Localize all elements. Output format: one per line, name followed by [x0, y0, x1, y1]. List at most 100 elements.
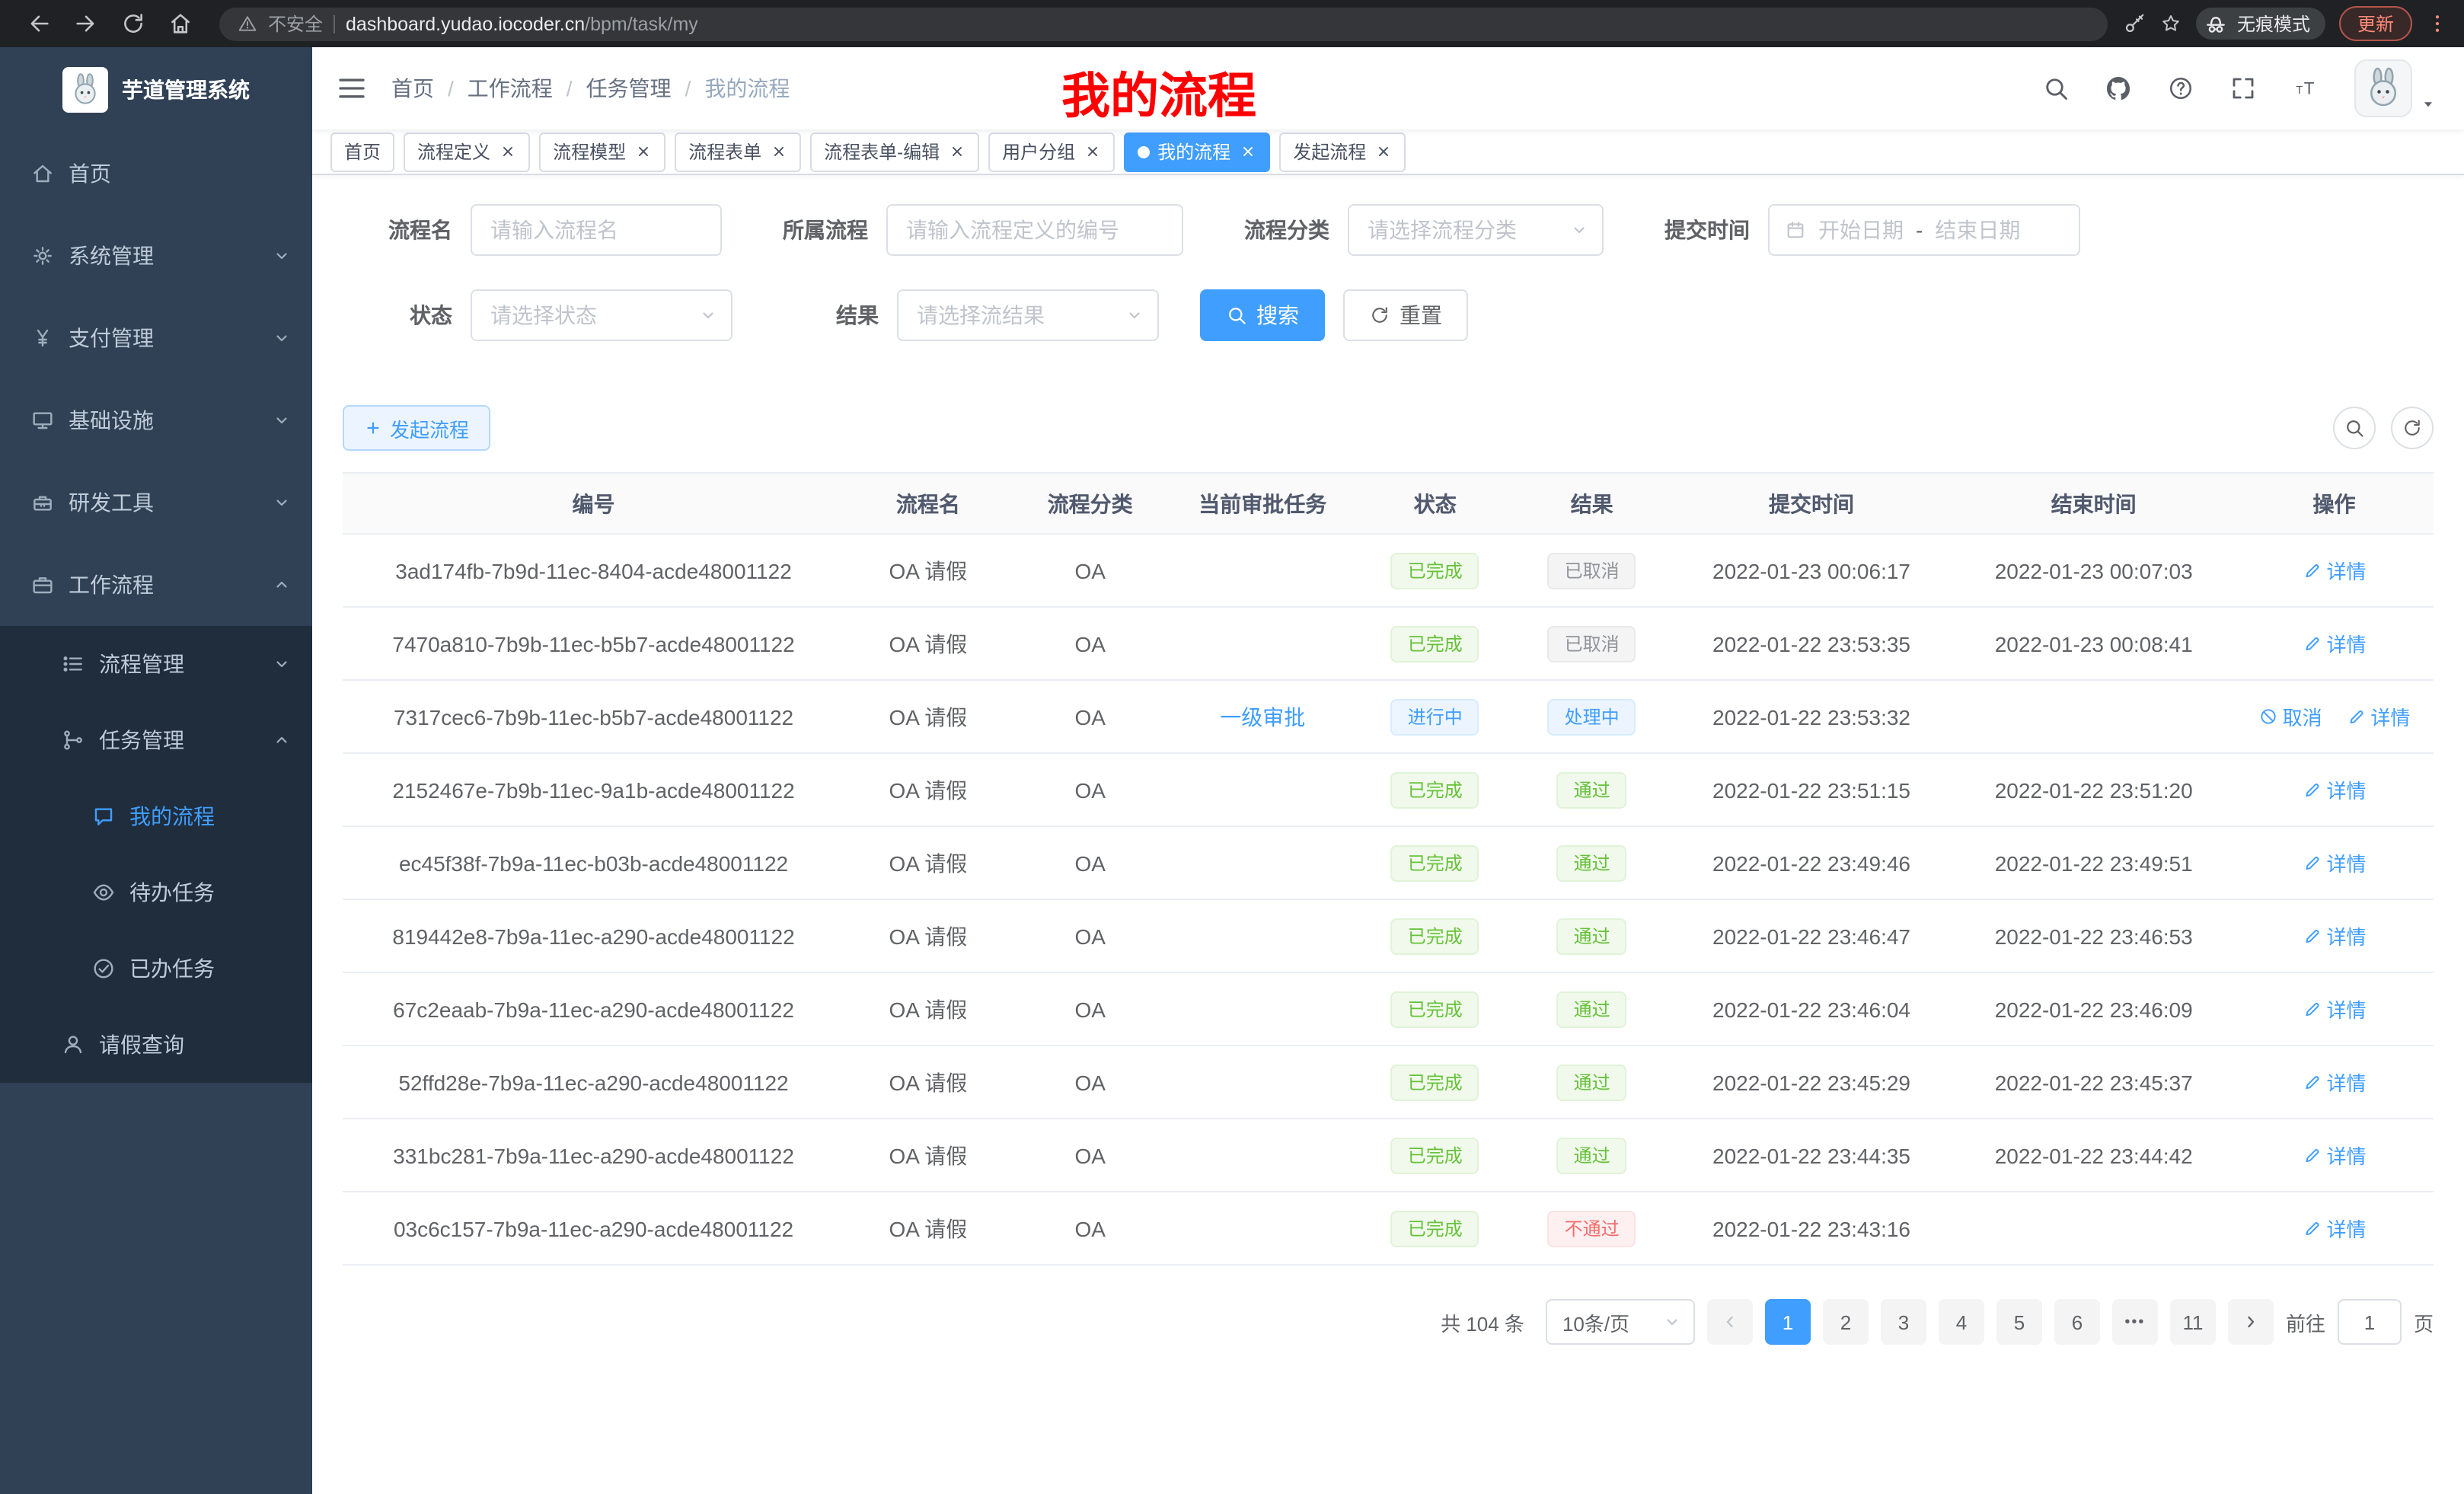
fullscreen-icon[interactable] — [2229, 75, 2257, 102]
page-button[interactable]: 6 — [2054, 1299, 2100, 1345]
tab[interactable]: 我的流程 — [1124, 132, 1270, 171]
breadcrumb-task-mgmt[interactable]: 任务管理 — [586, 73, 672, 104]
github-icon[interactable] — [2105, 75, 2132, 102]
process-name-input[interactable] — [471, 204, 722, 256]
page-button[interactable]: 5 — [1996, 1299, 2042, 1345]
tab[interactable]: 流程定义 — [404, 132, 530, 171]
breadcrumb-workflow[interactable]: 工作流程 — [468, 73, 553, 104]
browser-menu-icon[interactable] — [2426, 12, 2449, 35]
tab[interactable]: 用户分组 — [988, 132, 1115, 171]
column-header-result: 结果 — [1514, 473, 1671, 534]
edit-icon — [2346, 707, 2366, 726]
page-button[interactable]: 3 — [1881, 1299, 1926, 1345]
sidebar-item-system[interactable]: 系统管理 — [0, 215, 312, 297]
cell-submit-time: 2022-01-22 23:46:04 — [1671, 972, 1953, 1045]
sidebar-item-my-process[interactable]: 我的流程 — [0, 778, 312, 854]
sidebar-item-payment[interactable]: 支付管理 — [0, 297, 312, 379]
cell-id: ec45f38f-7b9a-11ec-b03b-acde48001122 — [343, 826, 844, 899]
breadcrumb-home[interactable]: 首页 — [391, 73, 434, 104]
create-process-button[interactable]: 发起流程 — [343, 405, 490, 451]
bookmark-star-icon[interactable] — [2159, 12, 2182, 35]
detail-link[interactable]: 详情 — [2303, 556, 2367, 585]
tab[interactable]: 流程表单 — [675, 132, 801, 171]
url-text: dashboard.yudao.iocoder.cn/bpm/task/my — [346, 13, 698, 34]
tab-close-icon[interactable] — [500, 143, 516, 160]
sidebar-item-devtools[interactable]: 研发工具 — [0, 461, 312, 544]
detail-link[interactable]: 详情 — [2346, 702, 2410, 731]
result-select[interactable]: 请选择流结果 — [897, 289, 1159, 341]
tab-close-icon[interactable] — [1240, 143, 1256, 160]
app-logo[interactable]: 芋道管理系统 — [0, 47, 312, 132]
tab-close-icon[interactable] — [635, 143, 652, 160]
tab-close-icon[interactable] — [949, 143, 965, 160]
submit-time-range-picker[interactable]: 开始日期 - 结束日期 — [1768, 204, 2080, 256]
sidebar-item-workflow[interactable]: 工作流程 — [0, 544, 312, 626]
reset-button[interactable]: 重置 — [1343, 289, 1468, 341]
caret-down-icon[interactable] — [2420, 96, 2437, 113]
sidebar-item-leave-query[interactable]: 请假查询 — [0, 1007, 312, 1083]
browser-update-button[interactable]: 更新 — [2339, 6, 2412, 41]
tab-close-icon[interactable] — [1084, 143, 1101, 160]
sidebar-item-done-task[interactable]: 已办任务 — [0, 931, 312, 1007]
category-select[interactable]: 请选择流程分类 — [1348, 204, 1604, 256]
tab[interactable]: 首页 — [330, 132, 394, 171]
toggle-search-button[interactable] — [2333, 407, 2376, 449]
detail-link[interactable]: 详情 — [2303, 848, 2367, 877]
goto-page-input[interactable] — [2338, 1299, 2402, 1345]
cancel-icon — [2258, 707, 2278, 726]
user-menu[interactable] — [2354, 59, 2437, 117]
page-button[interactable]: 2 — [1823, 1299, 1869, 1345]
tab-close-icon[interactable] — [1375, 143, 1392, 160]
next-page-button[interactable] — [2228, 1299, 2274, 1345]
detail-link[interactable]: 详情 — [2303, 629, 2367, 658]
prev-page-button[interactable] — [1707, 1299, 1753, 1345]
browser-back-icon[interactable] — [26, 11, 52, 37]
page-size-select[interactable]: 10条/页 — [1546, 1299, 1695, 1345]
sidebar-item-todo-task[interactable]: 待办任务 — [0, 854, 312, 931]
menu-fold-icon[interactable] — [337, 73, 367, 104]
security-warning-icon[interactable] — [238, 14, 257, 34]
url-bar[interactable]: 不安全 dashboard.yudao.iocoder.cn/bpm/task/… — [219, 7, 2108, 40]
cell-submit-time: 2022-01-22 23:45:29 — [1671, 1045, 1953, 1119]
cancel-link[interactable]: 取消 — [2258, 702, 2322, 731]
current-task-link[interactable]: 一级审批 — [1220, 704, 1305, 729]
detail-link[interactable]: 详情 — [2303, 921, 2367, 950]
detail-link[interactable]: 详情 — [2303, 1214, 2367, 1243]
browser-home-icon[interactable] — [168, 11, 193, 37]
app-logo-image — [62, 67, 108, 113]
security-label: 不安全 — [268, 11, 323, 37]
detail-link[interactable]: 详情 — [2303, 1141, 2367, 1170]
column-header-status: 状态 — [1357, 473, 1514, 534]
detail-link[interactable]: 详情 — [2303, 1068, 2367, 1097]
page-button[interactable]: ••• — [2112, 1299, 2158, 1345]
refresh-table-button[interactable] — [2391, 407, 2434, 449]
page-button[interactable]: 1 — [1765, 1299, 1811, 1345]
sidebar-item-task-mgmt[interactable]: 任务管理 — [0, 702, 312, 778]
cell-end-time — [1952, 1192, 2235, 1265]
calendar-icon — [1785, 219, 1806, 241]
detail-link[interactable]: 详情 — [2303, 775, 2367, 804]
detail-link[interactable]: 详情 — [2303, 994, 2367, 1023]
tab-close-icon[interactable] — [771, 143, 787, 160]
status-tag: 已完成 — [1391, 1137, 1479, 1173]
sidebar-item-process-mgmt[interactable]: 流程管理 — [0, 626, 312, 702]
status-select[interactable]: 请选择状态 — [471, 289, 732, 341]
tab[interactable]: 发起流程 — [1279, 132, 1406, 171]
table-row: 7317cec6-7b9b-11ec-b5b7-acde48001122 OA … — [343, 680, 2434, 753]
tab[interactable]: 流程表单-编辑 — [810, 132, 979, 171]
cell-end-time: 2022-01-22 23:51:20 — [1952, 753, 2235, 826]
process-definition-input[interactable] — [886, 204, 1183, 256]
search-button[interactable]: 搜索 — [1200, 289, 1325, 341]
tab[interactable]: 流程模型 — [539, 132, 665, 171]
search-icon[interactable] — [2042, 75, 2070, 102]
avatar[interactable] — [2354, 59, 2412, 117]
sidebar-item-infrastructure[interactable]: 基础设施 — [0, 379, 312, 461]
browser-reload-icon[interactable] — [120, 11, 146, 37]
password-key-icon[interactable] — [2123, 12, 2146, 35]
page-button[interactable]: 4 — [1939, 1299, 1984, 1345]
help-icon[interactable] — [2167, 75, 2194, 102]
browser-forward-icon[interactable] — [73, 11, 99, 37]
page-button[interactable]: 11 — [2170, 1299, 2216, 1345]
font-size-icon[interactable] — [2292, 75, 2319, 102]
sidebar-item-home[interactable]: 首页 — [0, 132, 312, 215]
